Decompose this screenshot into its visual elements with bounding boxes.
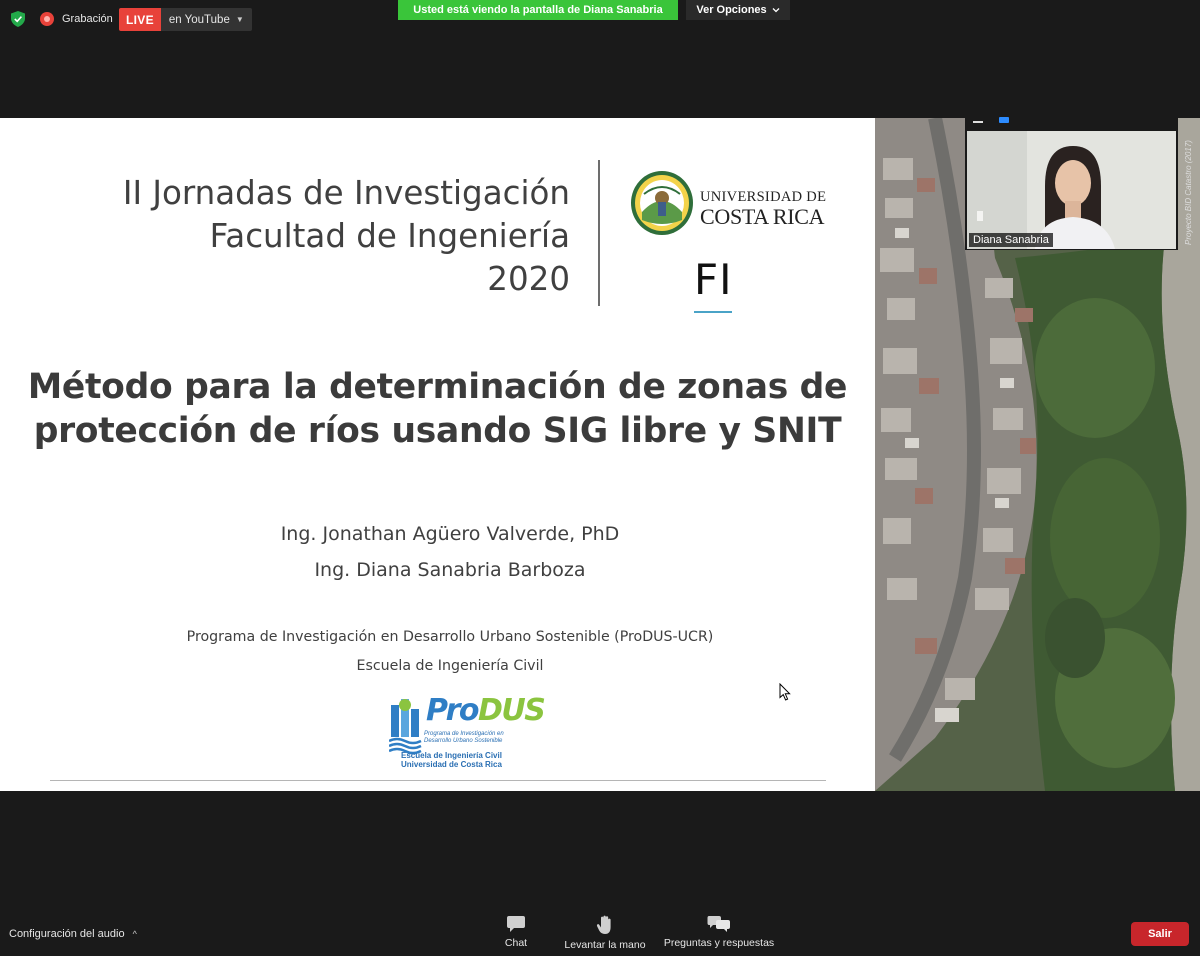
live-badge: LIVE [119,8,161,31]
minimize-icon[interactable] [973,121,983,123]
title-line: Método para la determinación de zonas de [27,367,848,407]
produs-school-line: Escuela de Ingeniería Civil [401,751,502,760]
produs-subtitle-line: Programa de Investigación en [424,731,504,737]
title-line: protección de ríos usando SIG libre y SN… [33,411,842,451]
conference-line: 2020 [487,260,570,298]
meeting-control-bar: Configuración del audio ^ Chat Levantar … [0,791,1200,956]
author-name: Ing. Jonathan Agüero Valverde, PhD [280,523,620,545]
raise-hand-label: Levantar la mano [564,939,646,951]
maximize-icon[interactable] [999,117,1009,123]
meeting-top-bar: Grabación LIVE en YouTube ▼ Usted está v… [0,0,1200,118]
produs-wordmark-part: DUS [477,693,546,728]
participant-video-graphic [967,131,1176,249]
slide-divider-line [50,780,826,781]
raise-hand-icon [596,915,611,934]
qa-button[interactable]: Preguntas y respuestas [660,915,778,949]
presentation-title: Método para la determinación de zonas de… [0,365,875,453]
university-seal-logo [631,171,693,235]
produs-logo-wordmark: ProDUS [426,693,546,728]
caret-down-icon: ▼ [235,15,244,24]
program-line: Programa de Investigación en Desarrollo … [186,629,714,645]
faculty-abbreviation: FI [694,255,733,304]
live-target-label: en YouTube [168,13,230,26]
recording-label: Grabación [62,13,113,25]
qa-label: Preguntas y respuestas [663,937,775,949]
photo-credit: Proyecto BID Catastro (2017) [1184,140,1193,245]
record-icon [40,12,54,26]
vertical-divider [598,160,600,306]
faculty-underline [694,311,732,313]
live-stream-indicator[interactable]: LIVE en YouTube ▼ [119,8,252,31]
qa-icon [707,916,730,932]
chat-button[interactable]: Chat [496,915,536,949]
produs-wordmark-part: Pro [426,693,479,728]
mouse-pointer-icon [779,683,791,701]
recording-indicator[interactable]: Grabación [40,12,113,26]
caret-up-icon: ^ [132,929,137,939]
program-block: Programa de Investigación en Desarrollo … [0,623,900,681]
university-name-line: UNIVERSIDAD DE [700,189,827,205]
video-tile-toolbar [965,105,1178,131]
encryption-shield-icon[interactable] [11,11,25,27]
chat-icon [507,916,525,932]
chat-label: Chat [504,937,528,949]
leave-meeting-button[interactable]: Salir [1131,922,1189,946]
chevron-down-icon [772,8,780,13]
participant-video-tile[interactable]: Diana Sanabria [965,105,1178,250]
author-name: Ing. Diana Sanabria Barboza [314,559,586,581]
produs-logo-school: Escuela de Ingeniería Civil Universidad … [401,751,502,769]
audio-settings-button[interactable]: Configuración del audio ^ [9,928,137,940]
produs-logo-subtitle: Programa de Investigación en Desarrollo … [424,731,504,745]
raise-hand-button[interactable]: Levantar la mano [559,915,651,951]
shared-presentation-slide: II Jornadas de Investigación Facultad de… [0,118,875,791]
produs-school-line: Universidad de Costa Rica [401,760,502,769]
produs-subtitle-line: Desarrollo Urbano Sostenible [424,738,503,744]
participant-name-label: Diana Sanabria [969,233,1053,247]
conference-line: Facultad de Ingeniería [209,217,570,255]
view-options-label: Ver Opciones [696,4,767,16]
program-line: Escuela de Ingeniería Civil [356,658,544,674]
authors-block: Ing. Jonathan Agüero Valverde, PhD Ing. … [0,516,900,588]
audio-settings-label: Configuración del audio [9,928,125,940]
screen-share-banner: Usted está viendo la pantalla de Diana S… [398,0,678,20]
conference-title: II Jornadas de Investigación Facultad de… [123,172,570,301]
live-target-dropdown[interactable]: en YouTube ▼ [160,8,252,31]
university-name-line: COSTA RICA [700,203,825,229]
view-options-button[interactable]: Ver Opciones [686,0,790,20]
participant-video-feed: Diana Sanabria [967,131,1176,249]
university-name: UNIVERSIDAD DE COSTA RICA [700,190,826,228]
conference-line: II Jornadas de Investigación [122,174,570,212]
